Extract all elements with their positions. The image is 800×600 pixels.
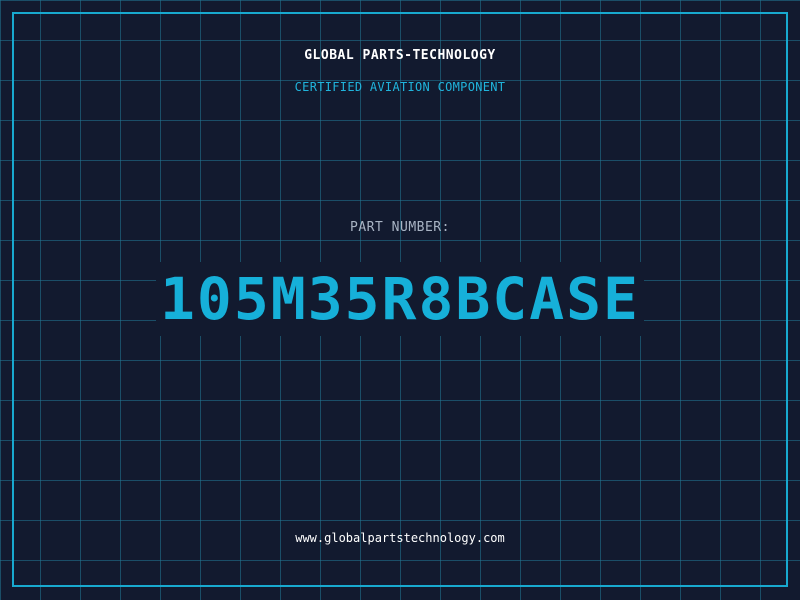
- part-number-label: PART NUMBER:: [350, 220, 450, 235]
- certification-tagline: CERTIFIED AVIATION COMPONENT: [294, 80, 506, 94]
- company-name: GLOBAL PARTS-TECHNOLOGY: [304, 48, 496, 63]
- website-url[interactable]: www.globalpartstechnology.com: [0, 531, 800, 545]
- part-number-container: 105M35R8BCASE: [0, 262, 800, 336]
- part-card: GLOBAL PARTS-TECHNOLOGY CERTIFIED AVIATI…: [0, 0, 800, 600]
- part-number-value: 105M35R8BCASE: [156, 262, 644, 336]
